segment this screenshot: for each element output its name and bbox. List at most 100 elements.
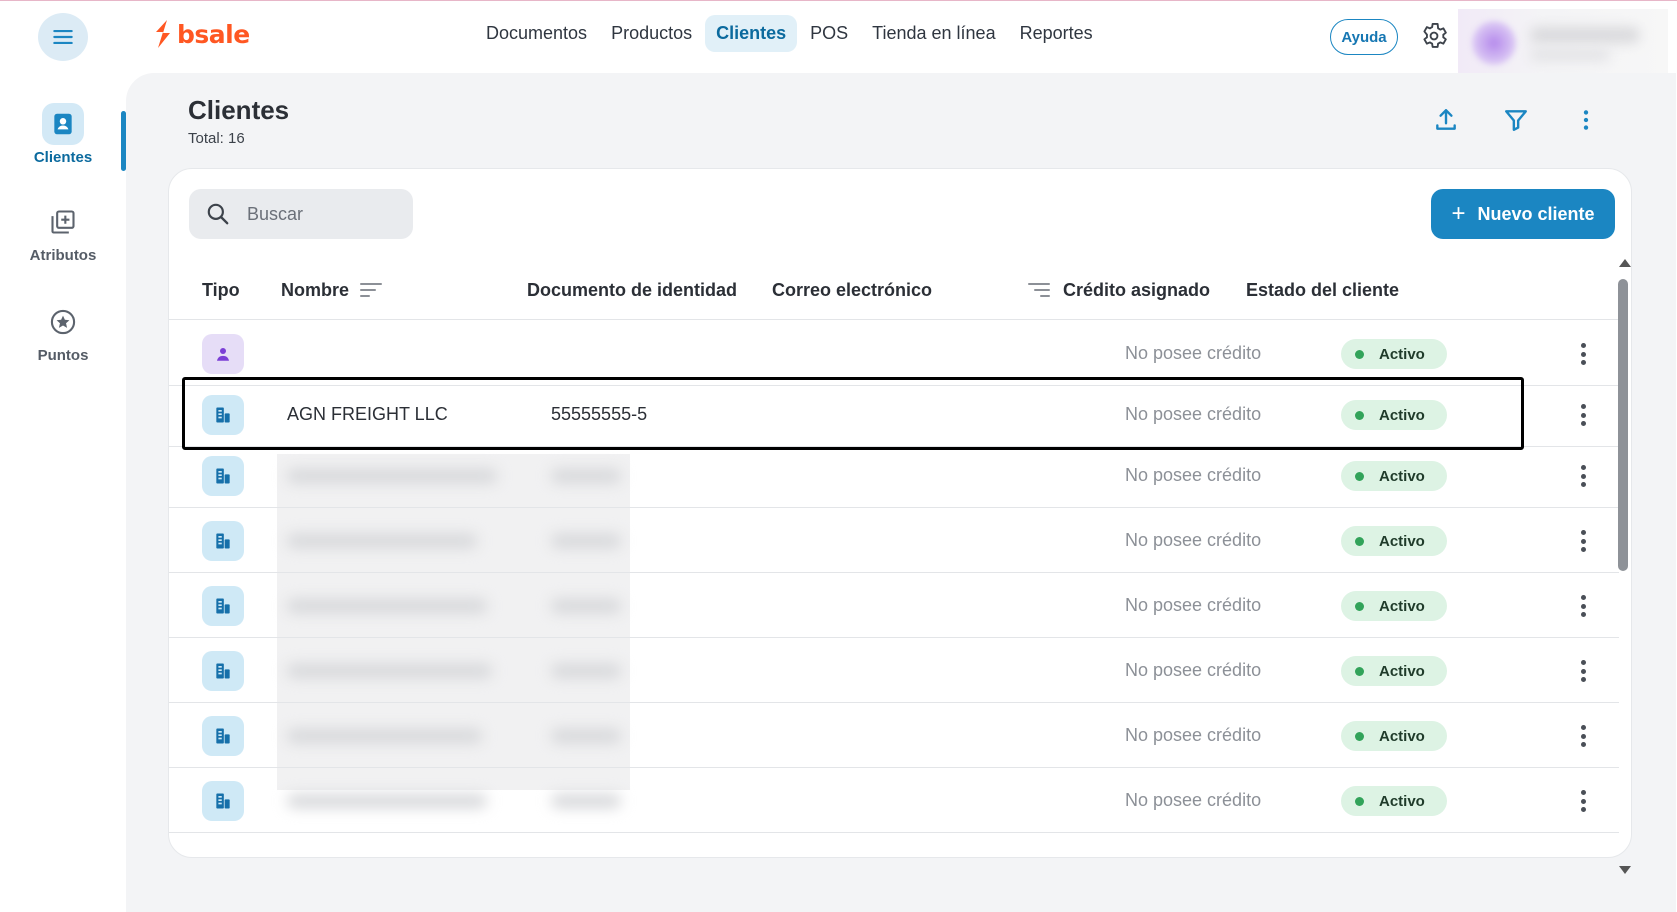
nav-item-documentos[interactable]: Documentos <box>475 15 598 52</box>
company-type-icon <box>202 586 244 626</box>
add-box-icon <box>51 210 75 234</box>
filter-icon <box>1505 110 1527 131</box>
sidebar-item-atributos[interactable]: Atributos <box>0 201 126 264</box>
client-credit: No posee crédito <box>1125 343 1262 363</box>
company-type-icon <box>202 716 244 756</box>
status-badge: Activo <box>1341 591 1447 621</box>
column-header-type: Tipo <box>202 280 240 300</box>
column-header-credit: Crédito asignado <box>1063 280 1211 300</box>
bsale-logo[interactable]: bsale <box>153 19 250 49</box>
contact-book-icon <box>54 113 72 135</box>
table-row[interactable]: No posee crédito Activo <box>169 703 1619 768</box>
redacted-name <box>287 729 482 743</box>
status-label: Activo <box>1379 467 1425 485</box>
main-content: Clientes Total: 16 + Nuevo client <box>126 73 1676 912</box>
kebab-icon <box>1583 110 1589 130</box>
row-menu-button[interactable] <box>1571 528 1595 554</box>
user-name-redacted <box>1530 27 1640 43</box>
nav-item-clientes[interactable]: Clientes <box>705 15 798 52</box>
client-credit: No posee crédito <box>1125 465 1262 485</box>
nav-item-tienda-en-linea[interactable]: Tienda en línea <box>861 15 1006 52</box>
status-label: Activo <box>1379 406 1425 424</box>
user-sub-redacted <box>1530 49 1610 61</box>
status-badge: Activo <box>1341 400 1447 430</box>
table-row[interactable]: No posee crédito Activo <box>169 443 1619 508</box>
search-icon <box>207 203 229 225</box>
status-badge: Activo <box>1341 339 1447 369</box>
client-credit: No posee crédito <box>1125 404 1262 424</box>
search-box[interactable] <box>189 189 413 239</box>
status-badge: Activo <box>1341 461 1447 491</box>
top-bar: bsale Documentos Productos Clientes POS … <box>0 1 1677 79</box>
nav-item-pos[interactable]: POS <box>799 15 859 52</box>
column-header-status: Estado del cliente <box>1246 280 1400 300</box>
redacted-document <box>551 794 621 808</box>
help-button[interactable]: Ayuda <box>1330 19 1398 55</box>
client-credit: No posee crédito <box>1125 595 1262 615</box>
brand-name: bsale <box>177 19 250 49</box>
sidebar-item-puntos[interactable]: Puntos <box>0 301 126 364</box>
status-label: Activo <box>1379 597 1425 615</box>
status-label: Activo <box>1379 792 1425 810</box>
gear-icon[interactable] <box>1419 21 1449 51</box>
company-type-icon <box>202 651 244 691</box>
sidebar-item-label: Atributos <box>29 247 97 264</box>
nav-item-productos[interactable]: Productos <box>600 15 703 52</box>
nav-item-reportes[interactable]: Reportes <box>1009 15 1104 52</box>
row-menu-button[interactable] <box>1571 402 1595 428</box>
row-menu-button[interactable] <box>1571 463 1595 489</box>
page-title: Clientes <box>188 95 290 125</box>
row-menu-button[interactable] <box>1571 593 1595 619</box>
sidebar-item-clientes[interactable]: Clientes <box>0 103 126 166</box>
table-row[interactable]: No posee crédito Activo <box>169 573 1619 638</box>
table-row[interactable]: No posee crédito Activo <box>169 321 1619 386</box>
building-icon <box>216 407 230 423</box>
sidebar-icon-wrap <box>42 103 84 145</box>
row-menu-button[interactable] <box>1571 788 1595 814</box>
status-badge: Activo <box>1341 786 1447 816</box>
table-header: Tipo Nombre Documento de identidad Corre… <box>169 262 1619 320</box>
status-dot <box>1355 349 1364 359</box>
redacted-document <box>551 729 621 743</box>
redacted-document <box>551 469 621 483</box>
hamburger-icon <box>53 29 73 45</box>
scrollbar-thumb[interactable] <box>1618 279 1628 571</box>
more-options-button[interactable] <box>1571 105 1601 135</box>
table-row[interactable]: No posee crédito Activo <box>169 508 1619 573</box>
sort-credit-icon[interactable] <box>1027 280 1051 300</box>
status-label: Activo <box>1379 532 1425 550</box>
search-input[interactable] <box>247 203 397 225</box>
hamburger-menu-button[interactable] <box>38 13 88 61</box>
filter-button[interactable] <box>1501 105 1531 135</box>
redacted-document <box>551 664 621 678</box>
table-row[interactable]: No posee crédito Activo <box>169 638 1619 703</box>
main-nav: Documentos Productos Clientes POS Tienda… <box>475 15 1106 52</box>
column-header-name[interactable]: Nombre <box>281 280 349 301</box>
scroll-down-arrow[interactable] <box>1619 866 1631 874</box>
redacted-document <box>551 534 621 548</box>
table-row[interactable]: AGN FREIGHT LLC 55555555-5 No posee créd… <box>169 382 1619 447</box>
row-menu-button[interactable] <box>1571 658 1595 684</box>
building-icon <box>216 663 230 679</box>
status-badge: Activo <box>1341 656 1447 686</box>
column-header-email: Correo electrónico <box>772 280 933 300</box>
client-name: AGN FREIGHT LLC <box>287 404 448 424</box>
status-dot <box>1355 471 1364 481</box>
status-label: Activo <box>1379 345 1425 363</box>
table-row[interactable]: No posee crédito Activo <box>169 768 1619 833</box>
user-account-chip[interactable] <box>1458 9 1668 79</box>
row-menu-button[interactable] <box>1571 723 1595 749</box>
total-count: Total: 16 <box>188 130 245 147</box>
export-button[interactable] <box>1431 105 1461 135</box>
company-type-icon <box>202 781 244 821</box>
redacted-name <box>287 534 477 548</box>
new-client-button[interactable]: + Nuevo cliente <box>1431 189 1615 239</box>
redacted-name <box>287 599 487 613</box>
plus-icon: + <box>1451 200 1466 227</box>
scroll-up-arrow[interactable] <box>1619 259 1631 267</box>
sidebar-item-label: Puntos <box>37 347 89 364</box>
sort-name-icon[interactable] <box>359 280 383 300</box>
building-icon <box>216 533 230 549</box>
row-menu-button[interactable] <box>1571 341 1595 367</box>
status-dot <box>1355 731 1364 741</box>
